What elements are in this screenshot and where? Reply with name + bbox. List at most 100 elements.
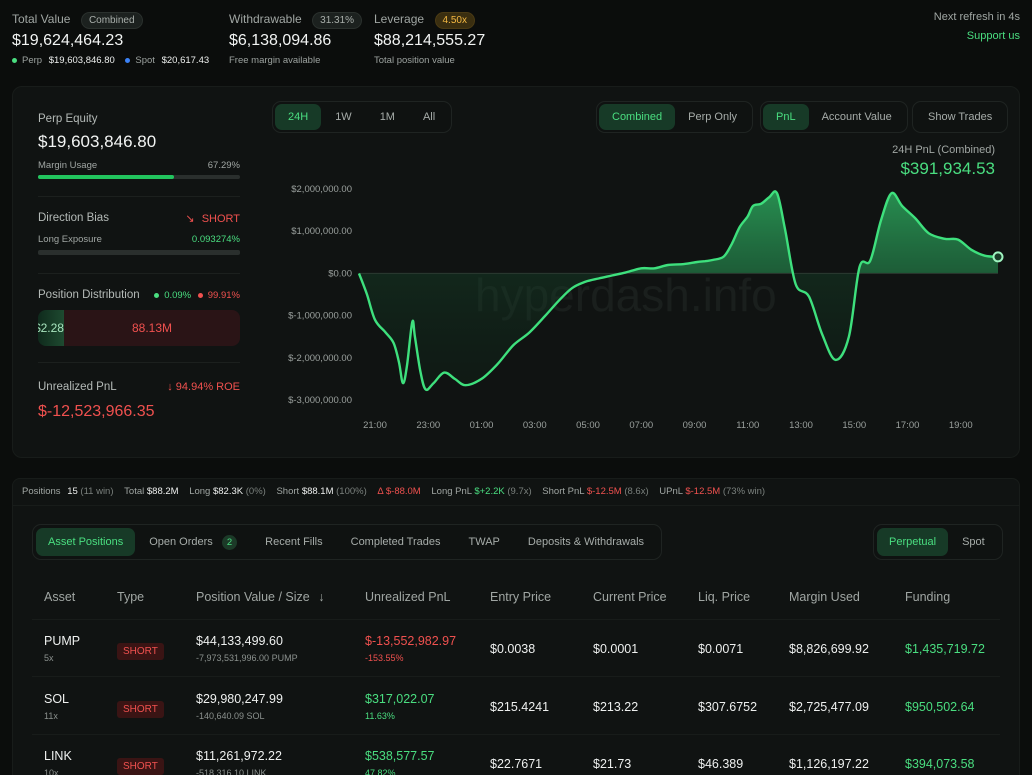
withdrawable-label: Withdrawable (229, 12, 302, 26)
tab-completed-trades[interactable]: Completed Trades (337, 528, 455, 556)
col-type[interactable]: Type (117, 590, 144, 604)
tab-spot[interactable]: Spot (948, 528, 999, 556)
tab-recent-fills[interactable]: Recent Fills (251, 528, 336, 556)
withdrawable-value: $6,138,094.86 (229, 32, 332, 49)
positions-win: (11 win) (80, 486, 114, 497)
tab-all[interactable]: All (409, 104, 449, 130)
col-entry-price[interactable]: Entry Price (490, 590, 551, 604)
leverage-block: Leverage 4.50x (374, 10, 475, 29)
tab-perpetual[interactable]: Perpetual (877, 528, 949, 556)
col-margin-used[interactable]: Margin Used (789, 590, 860, 604)
col-asset[interactable]: Asset (44, 590, 75, 604)
x-tick-label: 11:00 (736, 420, 759, 431)
tab-pnl[interactable]: PnL (763, 104, 809, 130)
margin-usage-value: 67.29% (207, 160, 240, 171)
short-dot (197, 292, 203, 298)
perp-spot-breakdown: Perp $19,603,846.80 Spot $20,617.43 (12, 55, 209, 66)
tab-perp-only[interactable]: Perp Only (675, 104, 750, 130)
liq-price: $307.6752 (698, 700, 758, 714)
upnl-roe: ↓ 94.94% ROE (140, 381, 240, 393)
col-funding[interactable]: Funding (905, 590, 950, 604)
short-pct: (100%) (336, 486, 367, 497)
x-tick-label: 05:00 (576, 420, 600, 431)
open-orders-label: Open Orders (149, 536, 213, 548)
x-tick-label: 01:00 (470, 420, 494, 431)
x-tick-label: 03:00 (523, 420, 547, 431)
position-type-badge: SHORT (117, 701, 164, 718)
margin-usage-label: Margin Usage (38, 160, 98, 171)
direction-bias-label: Direction Bias (38, 212, 109, 224)
withdrawable-block: Withdrawable 31.31% (229, 10, 363, 29)
sort-arrow-down-icon: ↓ (318, 590, 325, 604)
perp-label: Perp (22, 55, 43, 66)
long-pnl-x: (9.7x) (507, 486, 532, 497)
current-price: $21.73 (593, 757, 632, 771)
col-position-value[interactable]: Position Value / Size ↓ (196, 590, 324, 604)
combined-badge: Combined (80, 12, 143, 29)
upnl-win: (73% win) (722, 486, 766, 497)
arrow-down-icon: ↓ (167, 381, 173, 393)
tab-24h[interactable]: 24H (275, 104, 322, 130)
long-pnl-value: $+2.2K (474, 486, 505, 497)
positions-label: Positions (22, 486, 61, 497)
total-label: Total (124, 486, 145, 497)
asset-name[interactable]: LINK (44, 749, 72, 763)
mode-tabs: Combined Perp Only (596, 101, 754, 133)
dist-short-pct: 99.91% (207, 290, 240, 301)
table-divider (32, 734, 1000, 735)
position-tabs: Asset Positions Open Orders 2 Recent Fil… (32, 524, 663, 560)
delta-value: $-88.0M (385, 486, 421, 497)
tab-account-value[interactable]: Account Value (809, 104, 905, 130)
col-current-price[interactable]: Current Price (593, 590, 667, 604)
margin-usage-fill (38, 175, 174, 179)
total-value-block: Total Value Combined (12, 10, 143, 29)
entry-price: $0.0038 (490, 642, 536, 656)
total-value-label: Total Value (12, 12, 71, 26)
table-divider (32, 676, 1000, 677)
chart-title: 24H PnL (Combined) (892, 144, 995, 156)
total-value-strip: $88.2M (146, 486, 179, 497)
long-exposure-label: Long Exposure (38, 234, 102, 245)
unrealized-pnl: $-13,552,982.97 (365, 634, 457, 648)
tab-twap[interactable]: TWAP (455, 528, 514, 556)
tab-open-orders[interactable]: Open Orders 2 (135, 528, 251, 556)
tab-combined[interactable]: Combined (599, 104, 676, 130)
unrealized-pnl: $317,022.07 (365, 692, 435, 706)
refresh-timer: Next refresh in 4s (933, 11, 1020, 23)
dist-long-segment: $2.28K (38, 310, 64, 346)
position-type-badge: SHORT (117, 643, 164, 660)
perp-equity-label: Perp Equity (38, 113, 98, 125)
divider (38, 196, 240, 197)
latest-point-marker[interactable] (992, 251, 1004, 263)
y-tick-label: $-3,000,000.00 (288, 395, 352, 406)
y-tick-label: $-1,000,000.00 (288, 311, 352, 322)
short-value: $88.1M (301, 486, 334, 497)
market-tabs: Perpetual Spot (873, 524, 1003, 560)
col-liq-price[interactable]: Liq. Price (698, 590, 750, 604)
tab-1w[interactable]: 1W (321, 104, 366, 130)
position-value: $11,261,972.22 (196, 749, 282, 763)
show-trades-button[interactable]: Show Trades (915, 104, 1005, 130)
unrealized-pnl-value: $-12,523,966.35 (38, 403, 155, 420)
table-divider (32, 619, 1000, 620)
tab-asset-positions[interactable]: Asset Positions (36, 528, 136, 556)
tab-1m[interactable]: 1M (366, 104, 409, 130)
y-tick-label: $-2,000,000.00 (288, 353, 352, 364)
perp-equity-value: $19,603,846.80 (38, 132, 157, 151)
tab-deposits-withdrawals[interactable]: Deposits & Withdrawals (514, 528, 658, 556)
total-value: $19,624,464.23 (12, 32, 124, 49)
entry-price: $215.4241 (490, 700, 550, 714)
asset-name[interactable]: SOL (44, 692, 69, 706)
liq-price: $46.389 (698, 757, 744, 771)
asset-leverage: 11x (44, 711, 58, 721)
col-unrealized-pnl[interactable]: Unrealized PnL (365, 590, 450, 604)
withdrawable-sub: Free margin available (229, 55, 321, 66)
support-link[interactable]: Support us (967, 30, 1020, 42)
spot-value: $20,617.43 (161, 55, 210, 66)
direction-bias-indicator: ↘ SHORT (150, 212, 240, 225)
dist-short-amount: 88.13M (131, 321, 173, 335)
funding: $1,435,719.72 (905, 642, 985, 656)
asset-name[interactable]: PUMP (44, 634, 80, 648)
perp-dot (12, 57, 17, 63)
x-tick-label: 21:00 (363, 420, 387, 431)
